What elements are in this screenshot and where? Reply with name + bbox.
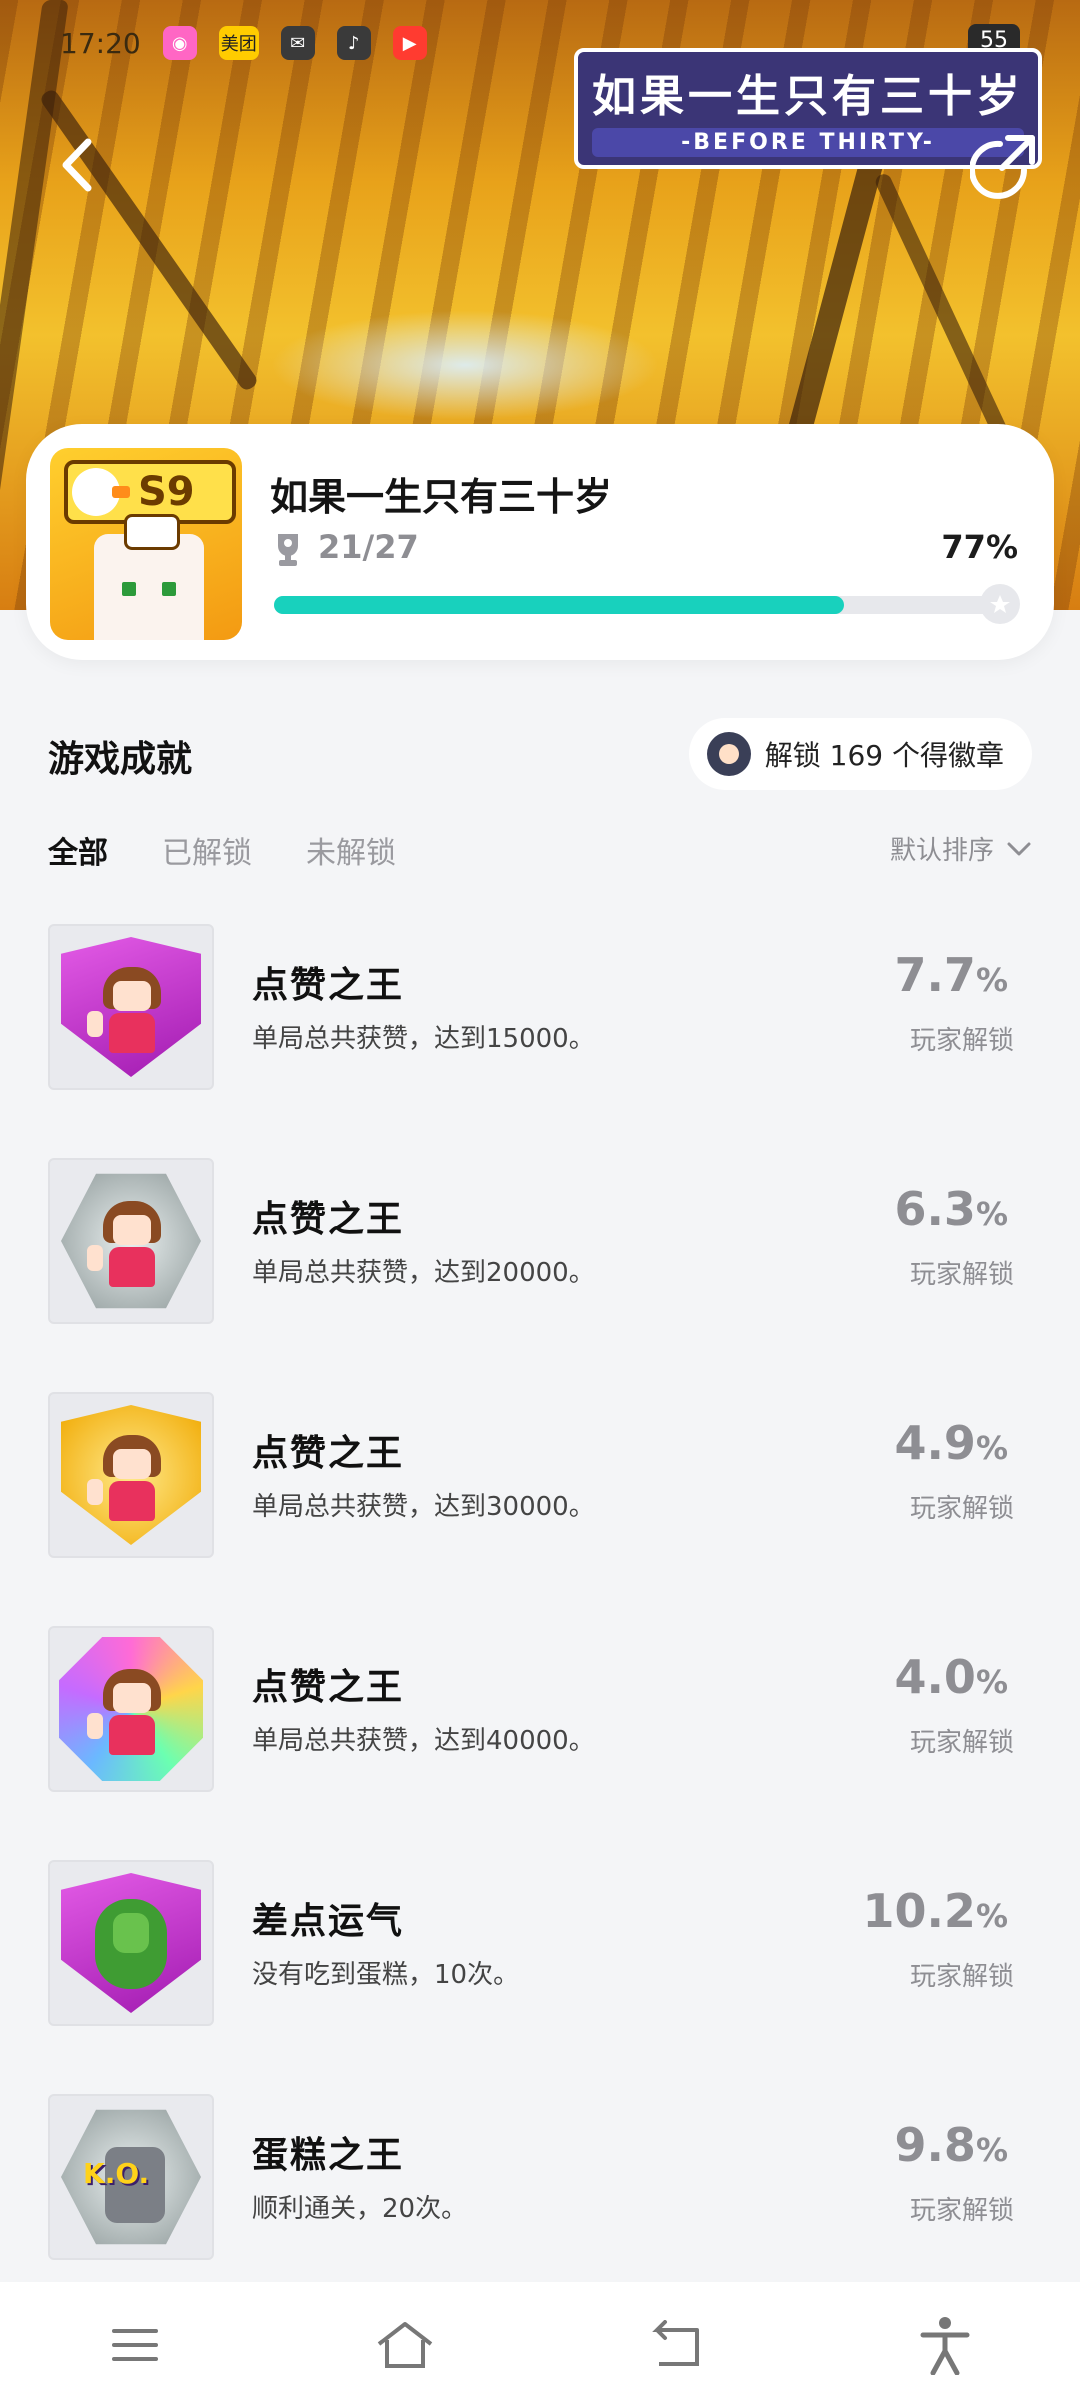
achievement-name: 点赞之王 [252,965,405,1006]
accessibility-button[interactable] [905,2305,985,2385]
achievement-desc: 没有吃到蛋糕，10次。 [252,1960,520,1990]
achievement-item[interactable]: 点赞之王 单局总共获赞，达到20000。 6.3% 玩家解锁 [0,1154,1080,1388]
season-label: S9 [138,469,195,515]
achievement-name: 差点运气 [252,1901,405,1942]
achievement-progress-count: 21/27 [318,528,419,566]
back-nav-button[interactable] [635,2305,715,2385]
achievement-badge-icon [48,1158,214,1324]
home-icon [377,2322,433,2368]
menu-button[interactable] [95,2305,175,2385]
unlock-rate: 9.8% [894,2118,1008,2172]
logo-subtitle: -BEFORE THIRTY- [592,128,1024,157]
sort-dropdown[interactable]: 默认排序 [890,830,1032,867]
magic-glow [270,310,660,420]
eye-icon [162,582,176,596]
chevron-left-icon [62,138,92,192]
unlock-rate: 7.7% [894,948,1008,1002]
achievement-name: 蛋糕之王 [252,2135,405,2176]
menu-icon [112,2329,158,2361]
character-avatar [94,514,204,640]
unlock-rate: 4.9% [894,1416,1008,1470]
unlock-rate-label: 玩家解锁 [909,1728,1014,1758]
tab-locked[interactable]: 未解锁 [306,828,396,872]
achievement-desc: 单局总共获赞，达到30000。 [252,1492,595,1522]
badge-unlock-text: 解锁 169 个得徽章 [764,739,1004,772]
share-icon [969,135,1035,199]
achievement-item[interactable]: 点赞之王 单局总共获赞，达到15000。 7.7% 玩家解锁 [0,920,1080,1154]
ko-icon: K.O. [83,2157,150,2190]
back-icon [652,2320,699,2366]
sort-label: 默认排序 [889,836,994,866]
status-time: 17:20 [60,26,141,60]
trophy-icon [278,534,298,566]
achievement-item[interactable]: 差点运气 没有吃到蛋糕，10次。 10.2% 玩家解锁 [0,1856,1080,2090]
back-button[interactable] [48,130,108,200]
filter-tabs: 全部 已解锁 未解锁 [48,828,396,872]
completion-percent: 77% [941,528,1018,566]
tab-unlocked[interactable]: 已解锁 [162,828,252,872]
share-button[interactable] [969,130,1040,200]
unlock-rate: 10.2% [862,1884,1008,1938]
section-title: 游戏成就 [48,739,193,780]
unlock-rate-label: 玩家解锁 [909,1026,1014,1056]
badge-avatar-icon [706,732,751,776]
achievement-badge-icon [48,1392,214,1558]
achievement-name: 点赞之王 [252,1433,405,1474]
game-title: 如果一生只有三十岁 [270,475,613,519]
achievement-desc: 单局总共获赞，达到15000。 [252,1024,595,1054]
achievement-list: 点赞之王 单局总共获赞，达到15000。 7.7% 玩家解锁 点赞之王 单局总共… [0,920,1080,2324]
system-navigation-bar [0,2282,1080,2408]
unlock-rate-label: 玩家解锁 [909,1494,1014,1524]
unlock-rate-label: 玩家解锁 [909,2196,1014,2226]
trophy-goal-icon [980,584,1020,624]
achievement-desc: 顺利通关，20次。 [252,2194,468,2224]
home-button[interactable] [365,2305,445,2385]
unlock-rate: 6.3% [894,1182,1008,1236]
game-summary-card[interactable]: S9 如果一生只有三十岁 21/27 77% [26,424,1054,660]
badge-unlock-button[interactable]: 解锁 169 个得徽章 [688,718,1032,790]
hat-icon [124,514,180,550]
achievement-item[interactable]: 点赞之王 单局总共获赞，达到30000。 4.9% 玩家解锁 [0,1388,1080,1622]
achievement-badge-icon [48,1860,214,2026]
progress-bar [274,584,1020,624]
unlock-rate-label: 玩家解锁 [909,1260,1014,1290]
video-app-icon: ▶ [392,26,427,60]
status-app-icon: ◉ [162,26,197,60]
progress-bar-fill [274,596,844,614]
unlock-rate: 4.0% [894,1650,1008,1704]
eye-icon [122,582,136,596]
achievement-name: 点赞之王 [252,1199,405,1240]
achievement-badge-icon: K.O. [48,2094,214,2260]
wechat-app-icon: ✉ [280,26,315,60]
achievement-item[interactable]: 点赞之王 单局总共获赞，达到40000。 4.0% 玩家解锁 [0,1622,1080,1856]
accessibility-icon [920,2317,970,2375]
chevron-down-icon [1007,842,1031,855]
achievement-badge-icon [48,1626,214,1792]
achievement-desc: 单局总共获赞，达到20000。 [252,1258,595,1288]
achievement-name: 点赞之王 [252,1667,405,1708]
duck-icon [72,468,130,516]
meituan-app-icon: 美团 [218,26,259,60]
achievement-desc: 单局总共获赞，达到40000。 [252,1726,595,1756]
unlock-rate-label: 玩家解锁 [909,1962,1014,1992]
music-app-icon: ♪ [336,26,371,60]
turtle-icon [95,1899,167,1989]
tab-all[interactable]: 全部 [48,828,108,872]
logo-title: 如果一生只有三十岁 [592,71,1024,122]
achievement-badge-icon [48,924,214,1090]
game-icon: S9 [50,448,242,640]
